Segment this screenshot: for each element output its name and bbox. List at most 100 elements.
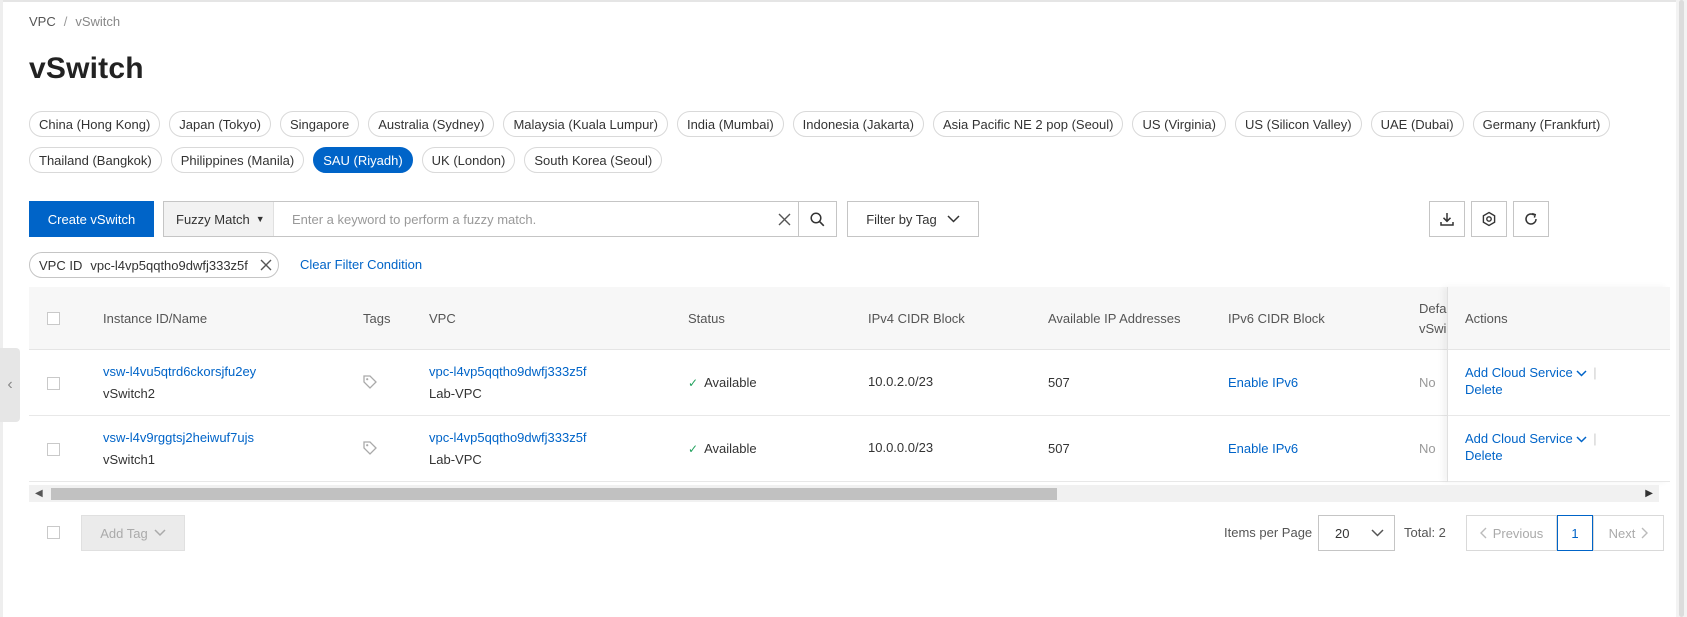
region-south-korea-seoul[interactable]: South Korea (Seoul) <box>524 147 663 173</box>
region-philippines-manila[interactable]: Philippines (Manila) <box>170 147 305 173</box>
region-sau-riyadh[interactable]: SAU (Riyadh) <box>313 147 413 173</box>
header-status: Status <box>688 311 725 326</box>
available-ip: 507 <box>1048 441 1070 456</box>
region-us-virginia[interactable]: US (Virginia) <box>1132 111 1226 137</box>
region-uk-london[interactable]: UK (London) <box>421 147 516 173</box>
gear-icon <box>1482 211 1496 227</box>
left-rail <box>0 0 3 617</box>
previous-label: Previous <box>1492 525 1544 541</box>
chevron-left-icon <box>1479 527 1487 539</box>
region-thailand-bangkok[interactable]: Thailand (Bangkok) <box>29 147 162 173</box>
region-row-2: Thailand (Bangkok) Philippines (Manila) … <box>29 147 671 173</box>
region-germany-frankfurt[interactable]: Germany (Frankfurt) <box>1472 111 1611 137</box>
vpc-id-link[interactable]: vpc-l4vp5qqtho9dwfj333z5f <box>429 430 587 445</box>
instance-id-link[interactable]: vsw-l4v9rggtsj2heiwuf7ujs <box>103 430 254 445</box>
refresh-icon <box>1525 212 1537 225</box>
chevron-down-icon <box>1576 370 1587 377</box>
vertical-scrollbar[interactable] <box>1676 0 1687 617</box>
next-page-button[interactable]: Next <box>1593 515 1664 551</box>
region-singapore[interactable]: Singapore <box>279 111 360 137</box>
breadcrumb: VPC / vSwitch <box>29 14 120 29</box>
check-icon: ✓ <box>688 376 699 390</box>
chevron-right-icon <box>1641 527 1649 539</box>
search-button[interactable] <box>798 202 836 236</box>
chevron-down-icon <box>154 529 166 537</box>
select-all-checkbox[interactable] <box>47 312 60 325</box>
region-australia-sydney[interactable]: Australia (Sydney) <box>368 111 495 137</box>
filter-by-tag-button[interactable]: Filter by Tag <box>847 201 979 237</box>
scroll-right-icon[interactable]: ▶ <box>1645 488 1653 499</box>
filter-chip-key: VPC ID <box>39 257 83 273</box>
actions-cell: Add Cloud Service | Delete <box>1448 416 1670 482</box>
add-cloud-service-dropdown[interactable]: Add Cloud Service | <box>1465 365 1597 380</box>
clear-filter-link[interactable]: Clear Filter Condition <box>300 257 422 272</box>
actions-header-bg: Actions <box>1448 287 1670 350</box>
add-tag-button[interactable]: Add Tag <box>81 515 185 551</box>
chevron-left-icon: ‹ <box>7 376 13 393</box>
download-icon <box>1440 213 1454 226</box>
search-input[interactable] <box>274 202 770 236</box>
delete-link[interactable]: Delete <box>1465 382 1503 397</box>
previous-page-button[interactable]: Previous <box>1466 515 1557 551</box>
clear-search-icon[interactable] <box>770 202 798 236</box>
check-icon: ✓ <box>688 442 699 456</box>
page-title: vSwitch <box>29 52 144 85</box>
match-mode-select[interactable]: Fuzzy Match ▼ <box>164 202 274 236</box>
default-value: No <box>1419 441 1436 456</box>
row-checkbox[interactable] <box>47 377 60 390</box>
horizontal-scrollbar[interactable]: ◀ ▶ <box>29 485 1659 502</box>
items-per-page-label: Items per Page <box>1224 525 1313 540</box>
settings-button[interactable] <box>1471 201 1507 237</box>
footer-select-all-checkbox[interactable] <box>47 526 60 539</box>
header-ipv6: IPv6 CIDR Block <box>1228 311 1325 326</box>
page-number-current[interactable]: 1 <box>1557 515 1593 551</box>
action-divider: | <box>1593 365 1597 380</box>
breadcrumb-vpc[interactable]: VPC <box>29 14 56 29</box>
search-group: Fuzzy Match ▼ <box>163 201 837 237</box>
create-vswitch-button[interactable]: Create vSwitch <box>29 201 154 237</box>
filter-by-tag-label: Filter by Tag <box>866 211 937 227</box>
next-label: Next <box>1608 525 1636 541</box>
header-instance: Instance ID/Name <box>103 311 208 326</box>
row-checkbox[interactable] <box>47 443 60 456</box>
region-india-mumbai[interactable]: India (Mumbai) <box>676 111 784 137</box>
available-ip: 507 <box>1048 375 1070 390</box>
scroll-left-icon[interactable]: ◀ <box>35 488 43 499</box>
region-ap-ne2-seoul[interactable]: Asia Pacific NE 2 pop (Seoul) <box>932 111 1124 137</box>
region-us-silicon-valley[interactable]: US (Silicon Valley) <box>1234 111 1362 137</box>
status-text: Available <box>704 375 757 390</box>
vpc-id-link[interactable]: vpc-l4vp5qqtho9dwfj333z5f <box>429 364 587 379</box>
actions-cell: Add Cloud Service | Delete <box>1448 350 1670 416</box>
add-tag-label: Add Tag <box>100 525 148 541</box>
filter-chip-vpc-id: VPC ID vpc-l4vp5qqtho9dwfj333z5f <box>29 252 279 278</box>
refresh-button[interactable] <box>1513 201 1549 237</box>
scrollbar-thumb[interactable] <box>51 488 1057 500</box>
add-cloud-service-label: Add Cloud Service <box>1465 365 1573 380</box>
instance-id-link[interactable]: vsw-l4vu5qtrd6ckorsjfu2ey <box>103 364 256 379</box>
sidebar-collapse-toggle[interactable]: ‹ <box>0 348 20 422</box>
pagination: Previous 1 Next <box>1466 515 1664 551</box>
table-footer: Add Tag Items per Page 20 Total: 2 Previ… <box>29 515 1669 551</box>
enable-ipv6-link[interactable]: Enable IPv6 <box>1228 441 1298 456</box>
total-count: Total: 2 <box>1404 525 1446 540</box>
close-icon[interactable] <box>260 259 272 271</box>
tag-icon[interactable] <box>362 374 378 390</box>
status-cell: ✓ Available <box>688 441 757 456</box>
download-button[interactable] <box>1429 201 1465 237</box>
items-per-page-select[interactable]: 20 <box>1318 515 1395 551</box>
delete-link[interactable]: Delete <box>1465 448 1503 463</box>
region-japan-tokyo[interactable]: Japan (Tokyo) <box>169 111 271 137</box>
region-china-hong-kong[interactable]: China (Hong Kong) <box>29 111 161 137</box>
enable-ipv6-link[interactable]: Enable IPv6 <box>1228 375 1298 390</box>
region-malaysia-kuala-lumpur[interactable]: Malaysia (Kuala Lumpur) <box>503 111 668 137</box>
status-cell: ✓ Available <box>688 375 757 390</box>
header-tags: Tags <box>363 311 391 326</box>
add-cloud-service-dropdown[interactable]: Add Cloud Service | <box>1465 431 1597 446</box>
ipv4-cidr: 10.0.0.0/23 <box>868 440 934 455</box>
tag-icon[interactable] <box>362 440 378 456</box>
region-uae-dubai[interactable]: UAE (Dubai) <box>1370 111 1464 137</box>
filter-chip-value: vpc-l4vp5qqtho9dwfj333z5f <box>90 257 248 273</box>
header-vpc: VPC <box>429 311 456 326</box>
region-indonesia-jakarta[interactable]: Indonesia (Jakarta) <box>792 111 924 137</box>
header-default-line2: vSwi <box>1419 321 1447 336</box>
